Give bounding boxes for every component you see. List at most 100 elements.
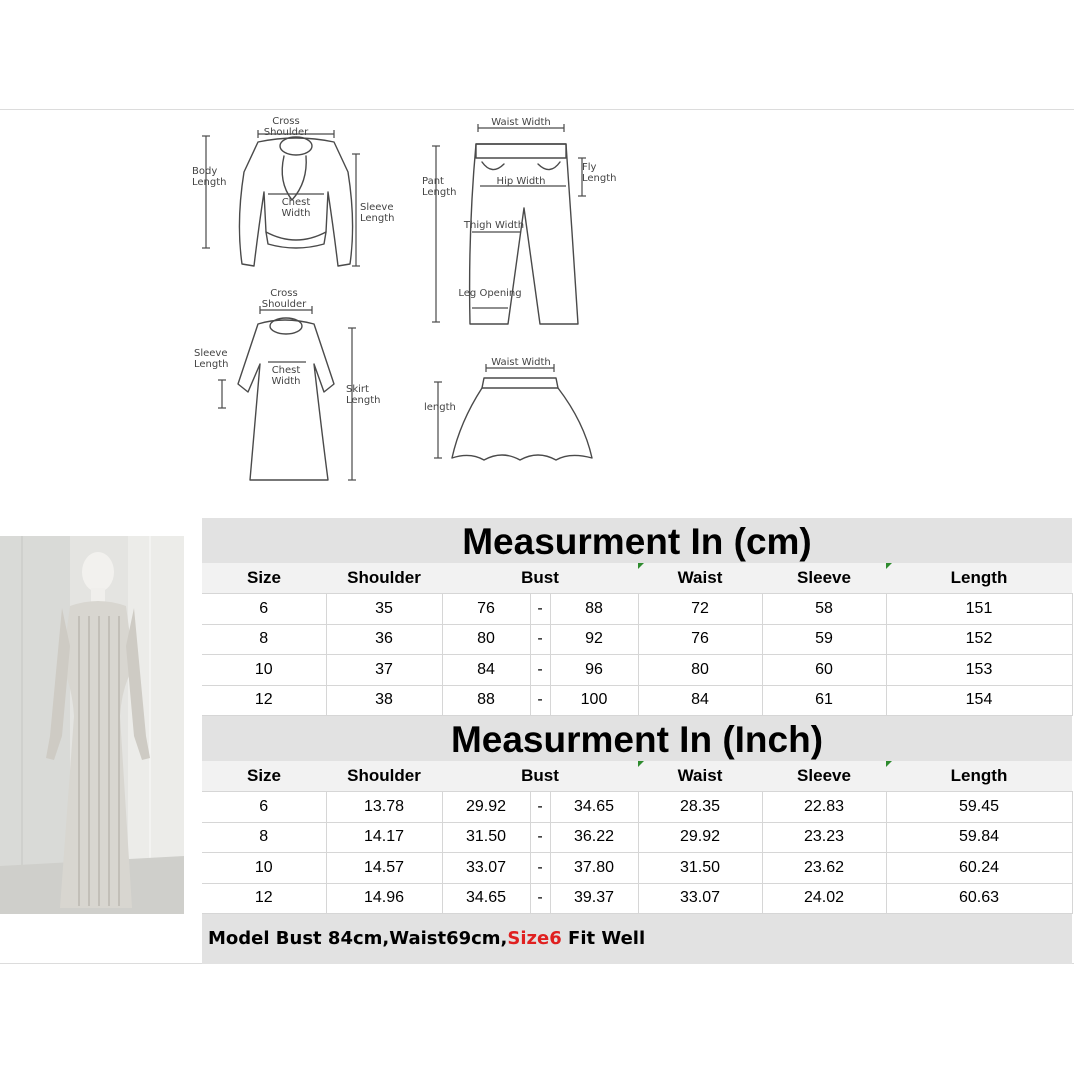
cm-table-row: 6 35 76-88 72 58 151 (202, 593, 1073, 625)
cm-cell-bust-max: 100 (550, 685, 639, 716)
cm-table: Size Shoulder Bust Waist Sleeve Length 6… (202, 563, 1073, 716)
cm-cell-length: 152 (886, 624, 1073, 655)
inch-table-row: 6 13.78 29.92-34.65 28.35 22.83 59.45 (202, 791, 1073, 823)
inch-cell-shoulder: 14.57 (326, 852, 443, 884)
cm-col-length: Length (886, 563, 1072, 594)
inch-cell-waist: 28.35 (638, 791, 763, 823)
inch-cell-shoulder: 13.78 (326, 791, 443, 823)
model-fit-note: Model Bust 84cm,Waist69cm,Size6 Fit Well (202, 914, 1072, 964)
cm-cell-waist: 84 (638, 685, 763, 716)
cm-col-waist: Waist (638, 563, 762, 594)
inch-cell-shoulder: 14.96 (326, 883, 443, 914)
inch-header-row: Size Shoulder Bust Waist Sleeve Length (202, 761, 1072, 792)
pants-hip-width-label: Hip Width (497, 176, 546, 187)
cm-cell-length: 151 (886, 593, 1073, 625)
cm-cell-shoulder: 36 (326, 624, 443, 655)
cm-cell-bust-min: 80 (442, 624, 531, 655)
top-divider (0, 109, 1074, 110)
dress-sleeve-length-label: Sleeve Length (194, 348, 229, 370)
cm-cell-shoulder: 37 (326, 654, 443, 686)
cm-cell-bust-max: 92 (550, 624, 639, 655)
skirt-outline (451, 377, 593, 461)
inch-cell-shoulder: 14.17 (326, 822, 443, 853)
inch-cell-sep: - (530, 791, 551, 823)
pants-diagram: Waist Width Pant Length Fly Length Hip Wid… (420, 112, 635, 332)
dress-skirt-length-label: Skirt Length (346, 384, 381, 406)
cm-col-sleeve: Sleeve (762, 563, 886, 594)
inch-table: Size Shoulder Bust Waist Sleeve Length 6… (202, 761, 1073, 914)
cm-cell-bust-min: 88 (442, 685, 531, 716)
inch-cell-sep: - (530, 822, 551, 853)
cm-cell-length: 153 (886, 654, 1073, 686)
inch-cell-sep: - (530, 883, 551, 914)
cm-cell-waist: 80 (638, 654, 763, 686)
cm-table-title: Measurment In (cm) (202, 518, 1072, 563)
model-fit-note-suffix: Fit Well (561, 928, 646, 949)
cm-cell-bust-min: 84 (442, 654, 531, 686)
sweater-cross-shoulder-label: Cross Shoulder (264, 116, 309, 138)
sweater-diagram: Cross Shoulder Body Length Chest Width Slee… (188, 112, 418, 277)
inch-cell-bust-min: 29.92 (442, 791, 531, 823)
inch-table-row: 8 14.17 31.50-36.22 29.92 23.23 59.84 (202, 822, 1073, 853)
inch-cell-sleeve: 22.83 (762, 791, 887, 823)
sweater-chest-width-label: Chest Width (281, 197, 310, 219)
cm-header-row: Size Shoulder Bust Waist Sleeve Length (202, 563, 1072, 594)
inch-cell-length: 60.63 (886, 883, 1073, 914)
inch-size-chart: Measurment In (Inch) Size Shoulder Bust … (202, 716, 1073, 914)
cm-cell-sep: - (530, 685, 551, 716)
cm-cell-size: 8 (202, 624, 327, 655)
cm-col-bust: Bust (442, 563, 638, 594)
cm-cell-shoulder: 35 (326, 593, 443, 625)
inch-col-shoulder: Shoulder (326, 761, 442, 792)
inch-col-bust: Bust (442, 761, 638, 792)
inch-cell-sleeve: 24.02 (762, 883, 887, 914)
pants-thigh-width-label: Thigh Width (463, 220, 524, 231)
cm-size-chart: Measurment In (cm) Size Shoulder Bust Wa… (202, 518, 1073, 716)
pants-leg-opening-label: Leg Opening (458, 288, 521, 299)
cm-cell-bust-min: 76 (442, 593, 531, 625)
skirt-diagram: Waist Width length (420, 352, 620, 467)
inch-cell-size: 6 (202, 791, 327, 823)
inch-cell-sleeve: 23.23 (762, 822, 887, 853)
cm-cell-waist: 72 (638, 593, 763, 625)
cm-col-size: Size (202, 563, 326, 594)
dress-diagram: Cross Shoulder Sleeve Length Chest Width Sk… (188, 284, 418, 484)
cm-cell-sleeve: 58 (762, 593, 887, 625)
cm-cell-size: 6 (202, 593, 327, 625)
inch-col-length: Length (886, 761, 1072, 792)
inch-cell-waist: 29.92 (638, 822, 763, 853)
dress-chest-width-label: Chest Width (271, 365, 300, 387)
pants-waist-width-label: Waist Width (491, 117, 551, 128)
inch-cell-waist: 33.07 (638, 883, 763, 914)
cm-col-shoulder: Shoulder (326, 563, 442, 594)
inch-cell-bust-min: 31.50 (442, 822, 531, 853)
cm-cell-sleeve: 61 (762, 685, 887, 716)
cm-cell-size: 10 (202, 654, 327, 686)
model-fit-note-text: Model Bust 84cm,Waist69cm, (208, 928, 508, 949)
inch-col-waist: Waist (638, 761, 762, 792)
cm-cell-size: 12 (202, 685, 327, 716)
inch-table-row: 12 14.96 34.65-39.37 33.07 24.02 60.63 (202, 883, 1073, 914)
cm-table-row: 8 36 80-92 76 59 152 (202, 624, 1073, 655)
cm-table-row: 10 37 84-96 80 60 153 (202, 654, 1073, 686)
pants-pant-length-label: Pant Length (422, 176, 457, 198)
cm-cell-sep: - (530, 593, 551, 625)
inch-table-row: 10 14.57 33.07-37.80 31.50 23.62 60.24 (202, 852, 1073, 884)
inch-col-sleeve: Sleeve (762, 761, 886, 792)
inch-cell-bust-max: 36.22 (550, 822, 639, 853)
cm-cell-shoulder: 38 (326, 685, 443, 716)
inch-cell-length: 59.84 (886, 822, 1073, 853)
dress-outline (237, 317, 335, 481)
inch-cell-length: 59.45 (886, 791, 1073, 823)
cm-cell-sep: - (530, 624, 551, 655)
inch-cell-bust-max: 37.80 (550, 852, 639, 884)
inch-cell-bust-min: 33.07 (442, 852, 531, 884)
model-photo (0, 536, 184, 914)
cm-cell-bust-max: 96 (550, 654, 639, 686)
inch-cell-length: 60.24 (886, 852, 1073, 884)
sweater-sleeve-length-label: Sleeve Length (360, 202, 395, 224)
cm-table-row: 12 38 88-100 84 61 154 (202, 685, 1073, 716)
inch-cell-size: 8 (202, 822, 327, 853)
inch-cell-size: 10 (202, 852, 327, 884)
skirt-length-label: length (424, 402, 456, 413)
